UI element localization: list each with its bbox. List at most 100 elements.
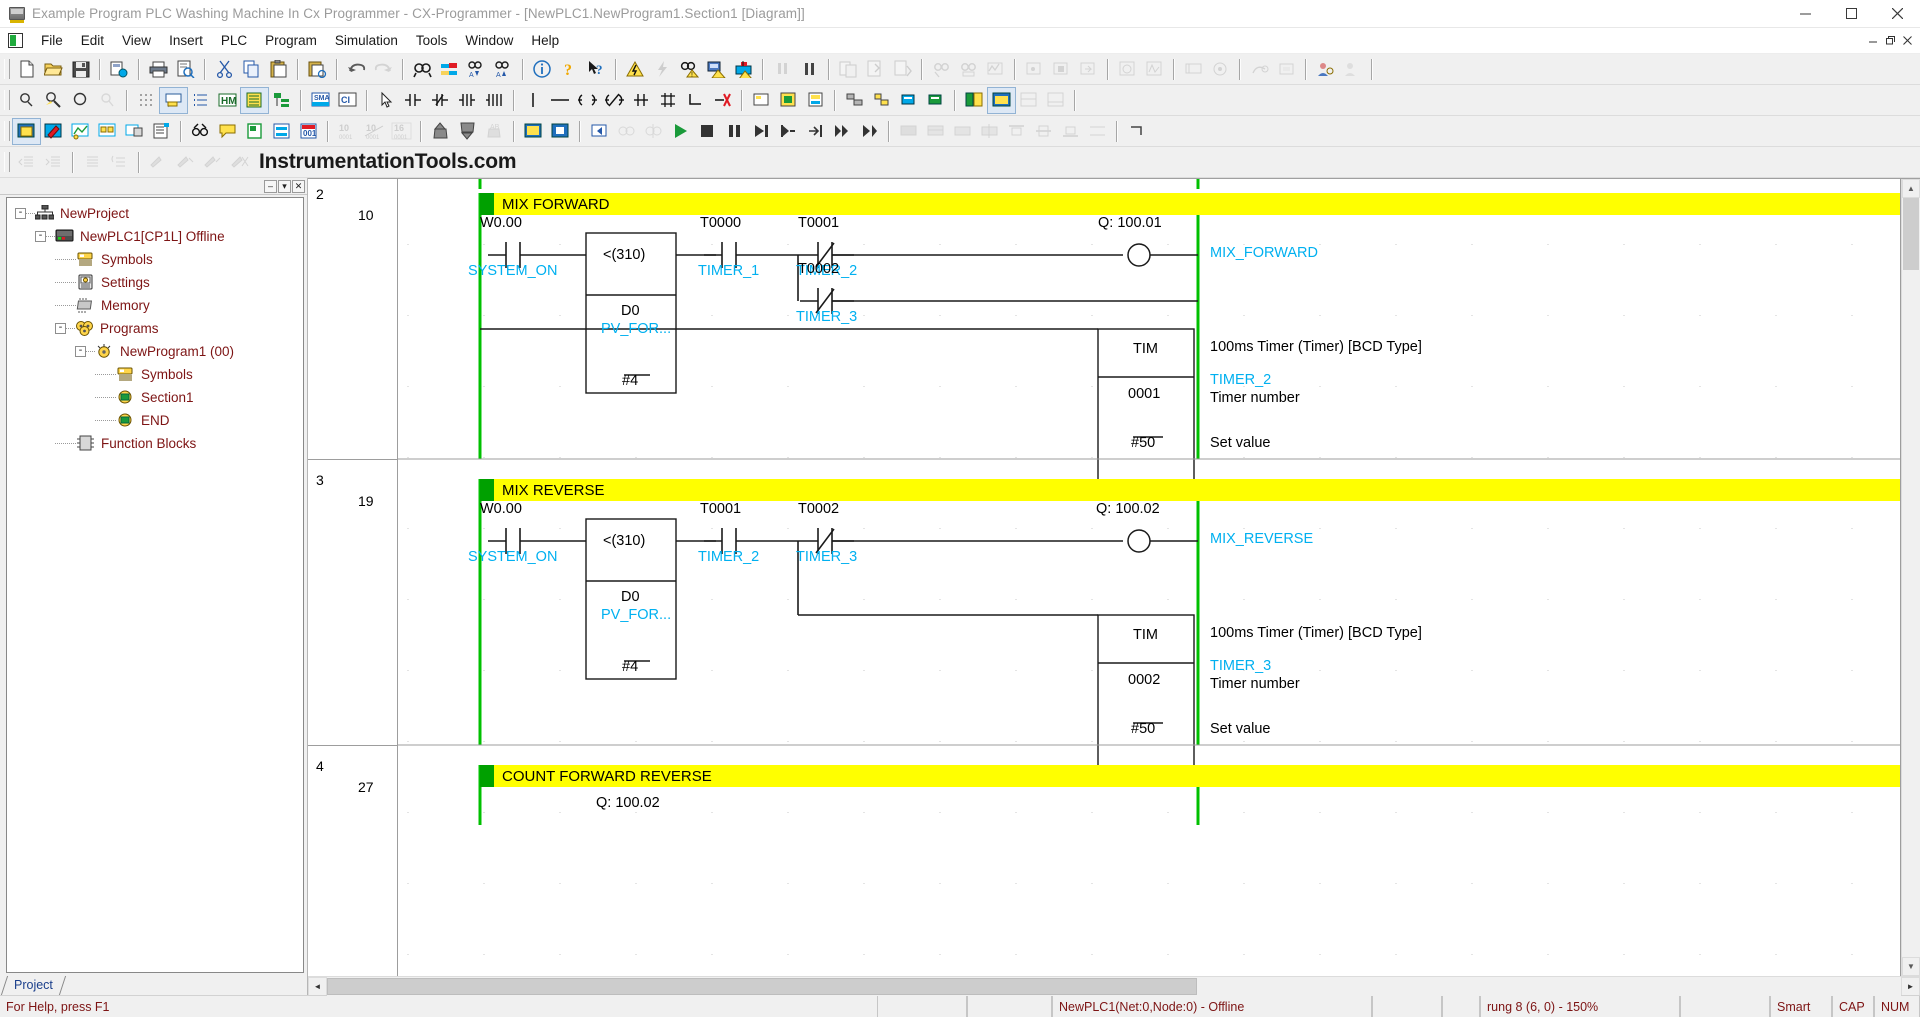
contact-diff-up-icon[interactable]	[454, 88, 481, 113]
plc-memory-icon[interactable]	[241, 119, 268, 144]
coil-negated-icon[interactable]	[601, 88, 628, 113]
toolbar-grip[interactable]	[4, 90, 10, 110]
hscroll-track[interactable]	[327, 976, 1901, 996]
download-icon[interactable]	[889, 57, 916, 82]
copy-icon[interactable]	[238, 57, 265, 82]
zoom-out-icon[interactable]	[67, 88, 94, 113]
signal-icon[interactable]	[1141, 57, 1168, 82]
scroll-right-arrow[interactable]: ►	[1901, 976, 1920, 996]
paste-special-icon[interactable]	[304, 57, 331, 82]
delete-line-icon[interactable]	[709, 88, 736, 113]
tree-node-function-blocks[interactable]: Function Blocks	[7, 432, 303, 455]
differential-icon[interactable]	[187, 119, 214, 144]
function-block-call-icon[interactable]	[802, 88, 829, 113]
coil-icon[interactable]	[574, 88, 601, 113]
doc-restore-button[interactable]	[1882, 33, 1899, 49]
differential-monitor-icon[interactable]	[955, 57, 982, 82]
break-clear-icon[interactable]	[922, 119, 949, 144]
menu-insert[interactable]: Insert	[160, 30, 212, 51]
zoom-select-icon[interactable]	[40, 88, 67, 113]
vertical-scrollbar[interactable]: ▲ ▼	[1901, 179, 1920, 976]
function-block-icon[interactable]	[775, 88, 802, 113]
select-cursor-icon[interactable]	[373, 88, 400, 113]
break-toggle-icon[interactable]	[976, 119, 1003, 144]
vertical-line-icon[interactable]	[520, 88, 547, 113]
open-icon[interactable]	[40, 57, 67, 82]
tree-node-newprogram1-00[interactable]: - NewProgram1 (00)	[7, 340, 303, 363]
contact-no-icon[interactable]	[400, 88, 427, 113]
block-b-icon[interactable]	[922, 88, 949, 113]
memory-card-icon[interactable]	[1273, 57, 1300, 82]
doc-close-button[interactable]	[1899, 33, 1916, 49]
grid-icon[interactable]	[133, 88, 160, 113]
indent-right-icon[interactable]	[40, 150, 67, 175]
menu-tools[interactable]: Tools	[407, 30, 457, 51]
scan-fwd-icon[interactable]	[613, 119, 640, 144]
online-edit-icon[interactable]	[67, 119, 94, 144]
zoom-reset-icon[interactable]	[94, 88, 121, 113]
download-block-icon[interactable]	[454, 119, 481, 144]
paste-icon[interactable]	[265, 57, 292, 82]
undo-icon[interactable]	[343, 57, 370, 82]
print-icon[interactable]	[145, 57, 172, 82]
output-window-icon[interactable]	[1042, 88, 1069, 113]
dec10-display-icon[interactable]: 10 0001	[361, 119, 388, 144]
step-in-icon[interactable]	[1075, 57, 1102, 82]
online-find-icon[interactable]: !	[676, 57, 703, 82]
tree-expander[interactable]: -	[55, 323, 66, 334]
menu-view[interactable]: View	[113, 30, 160, 51]
align-dist-icon[interactable]	[1084, 119, 1111, 144]
compare-block-icon[interactable]: AB	[481, 119, 508, 144]
plc-setup-icon[interactable]	[1180, 57, 1207, 82]
data-trace-icon[interactable]	[982, 57, 1009, 82]
auto-online-icon[interactable]	[649, 57, 676, 82]
start-sim-icon[interactable]	[520, 119, 547, 144]
tree-expander[interactable]: -	[75, 346, 86, 357]
tree-node-newproject[interactable]: - NewProject	[7, 202, 303, 225]
compile-program-icon[interactable]	[40, 119, 67, 144]
hscroll-thumb[interactable]	[327, 977, 1197, 995]
new-section-icon[interactable]	[12, 117, 41, 145]
save-icon[interactable]	[67, 57, 94, 82]
stop-icon[interactable]	[694, 119, 721, 144]
find-next-icon[interactable]: A	[463, 57, 490, 82]
find-icon[interactable]	[409, 57, 436, 82]
tree-node-programs[interactable]: - Programs	[7, 317, 303, 340]
program-mode-icon[interactable]	[769, 57, 796, 82]
jump-icon[interactable]	[841, 88, 868, 113]
hex-display-icon[interactable]: 16 0001	[388, 119, 415, 144]
vscroll-track[interactable]	[1902, 198, 1920, 957]
user-setup-icon[interactable]	[1312, 57, 1339, 82]
scan-both-icon[interactable]	[640, 119, 667, 144]
new-icon[interactable]	[13, 57, 40, 82]
block-a-icon[interactable]	[895, 88, 922, 113]
monitor-icon[interactable]	[928, 57, 955, 82]
scroll-left-arrow[interactable]: ◄	[308, 976, 327, 996]
bookmark-prev-icon[interactable]	[199, 150, 226, 175]
menu-edit[interactable]: Edit	[72, 30, 113, 51]
tree-node-memory[interactable]: Memory	[7, 294, 303, 317]
step-next-icon[interactable]	[748, 119, 775, 144]
pane-close-button[interactable]: ✕	[292, 179, 305, 193]
bookmark-next-icon[interactable]	[172, 150, 199, 175]
step-out-icon[interactable]	[802, 119, 829, 144]
help-pointer-icon[interactable]: ?	[583, 57, 610, 82]
toolbar-grip[interactable]	[4, 59, 10, 79]
replace-icon[interactable]	[436, 57, 463, 82]
contact-diff-down-icon[interactable]	[481, 88, 508, 113]
menu-program[interactable]: Program	[256, 30, 326, 51]
continuous-step-icon[interactable]	[829, 119, 856, 144]
minimize-button[interactable]	[1782, 0, 1828, 28]
tree-node-newplc1-cp1l-offline[interactable]: - NewPLC1[CP1L] Offline	[7, 225, 303, 248]
clock-set-icon[interactable]	[1246, 57, 1273, 82]
horizontal-scrollbar[interactable]: ◄ ►	[308, 976, 1920, 996]
pause2-icon[interactable]	[721, 119, 748, 144]
tree-node-symbols[interactable]: Symbols	[7, 248, 303, 271]
watch-window-icon[interactable]	[987, 86, 1016, 114]
tree-node-section1[interactable]: Section1	[7, 386, 303, 409]
vscroll-thumb[interactable]	[1903, 198, 1919, 270]
menu-file[interactable]: File	[32, 30, 72, 51]
section-icon[interactable]	[268, 88, 295, 113]
compile-icon[interactable]	[862, 57, 889, 82]
run-icon[interactable]	[667, 119, 694, 144]
